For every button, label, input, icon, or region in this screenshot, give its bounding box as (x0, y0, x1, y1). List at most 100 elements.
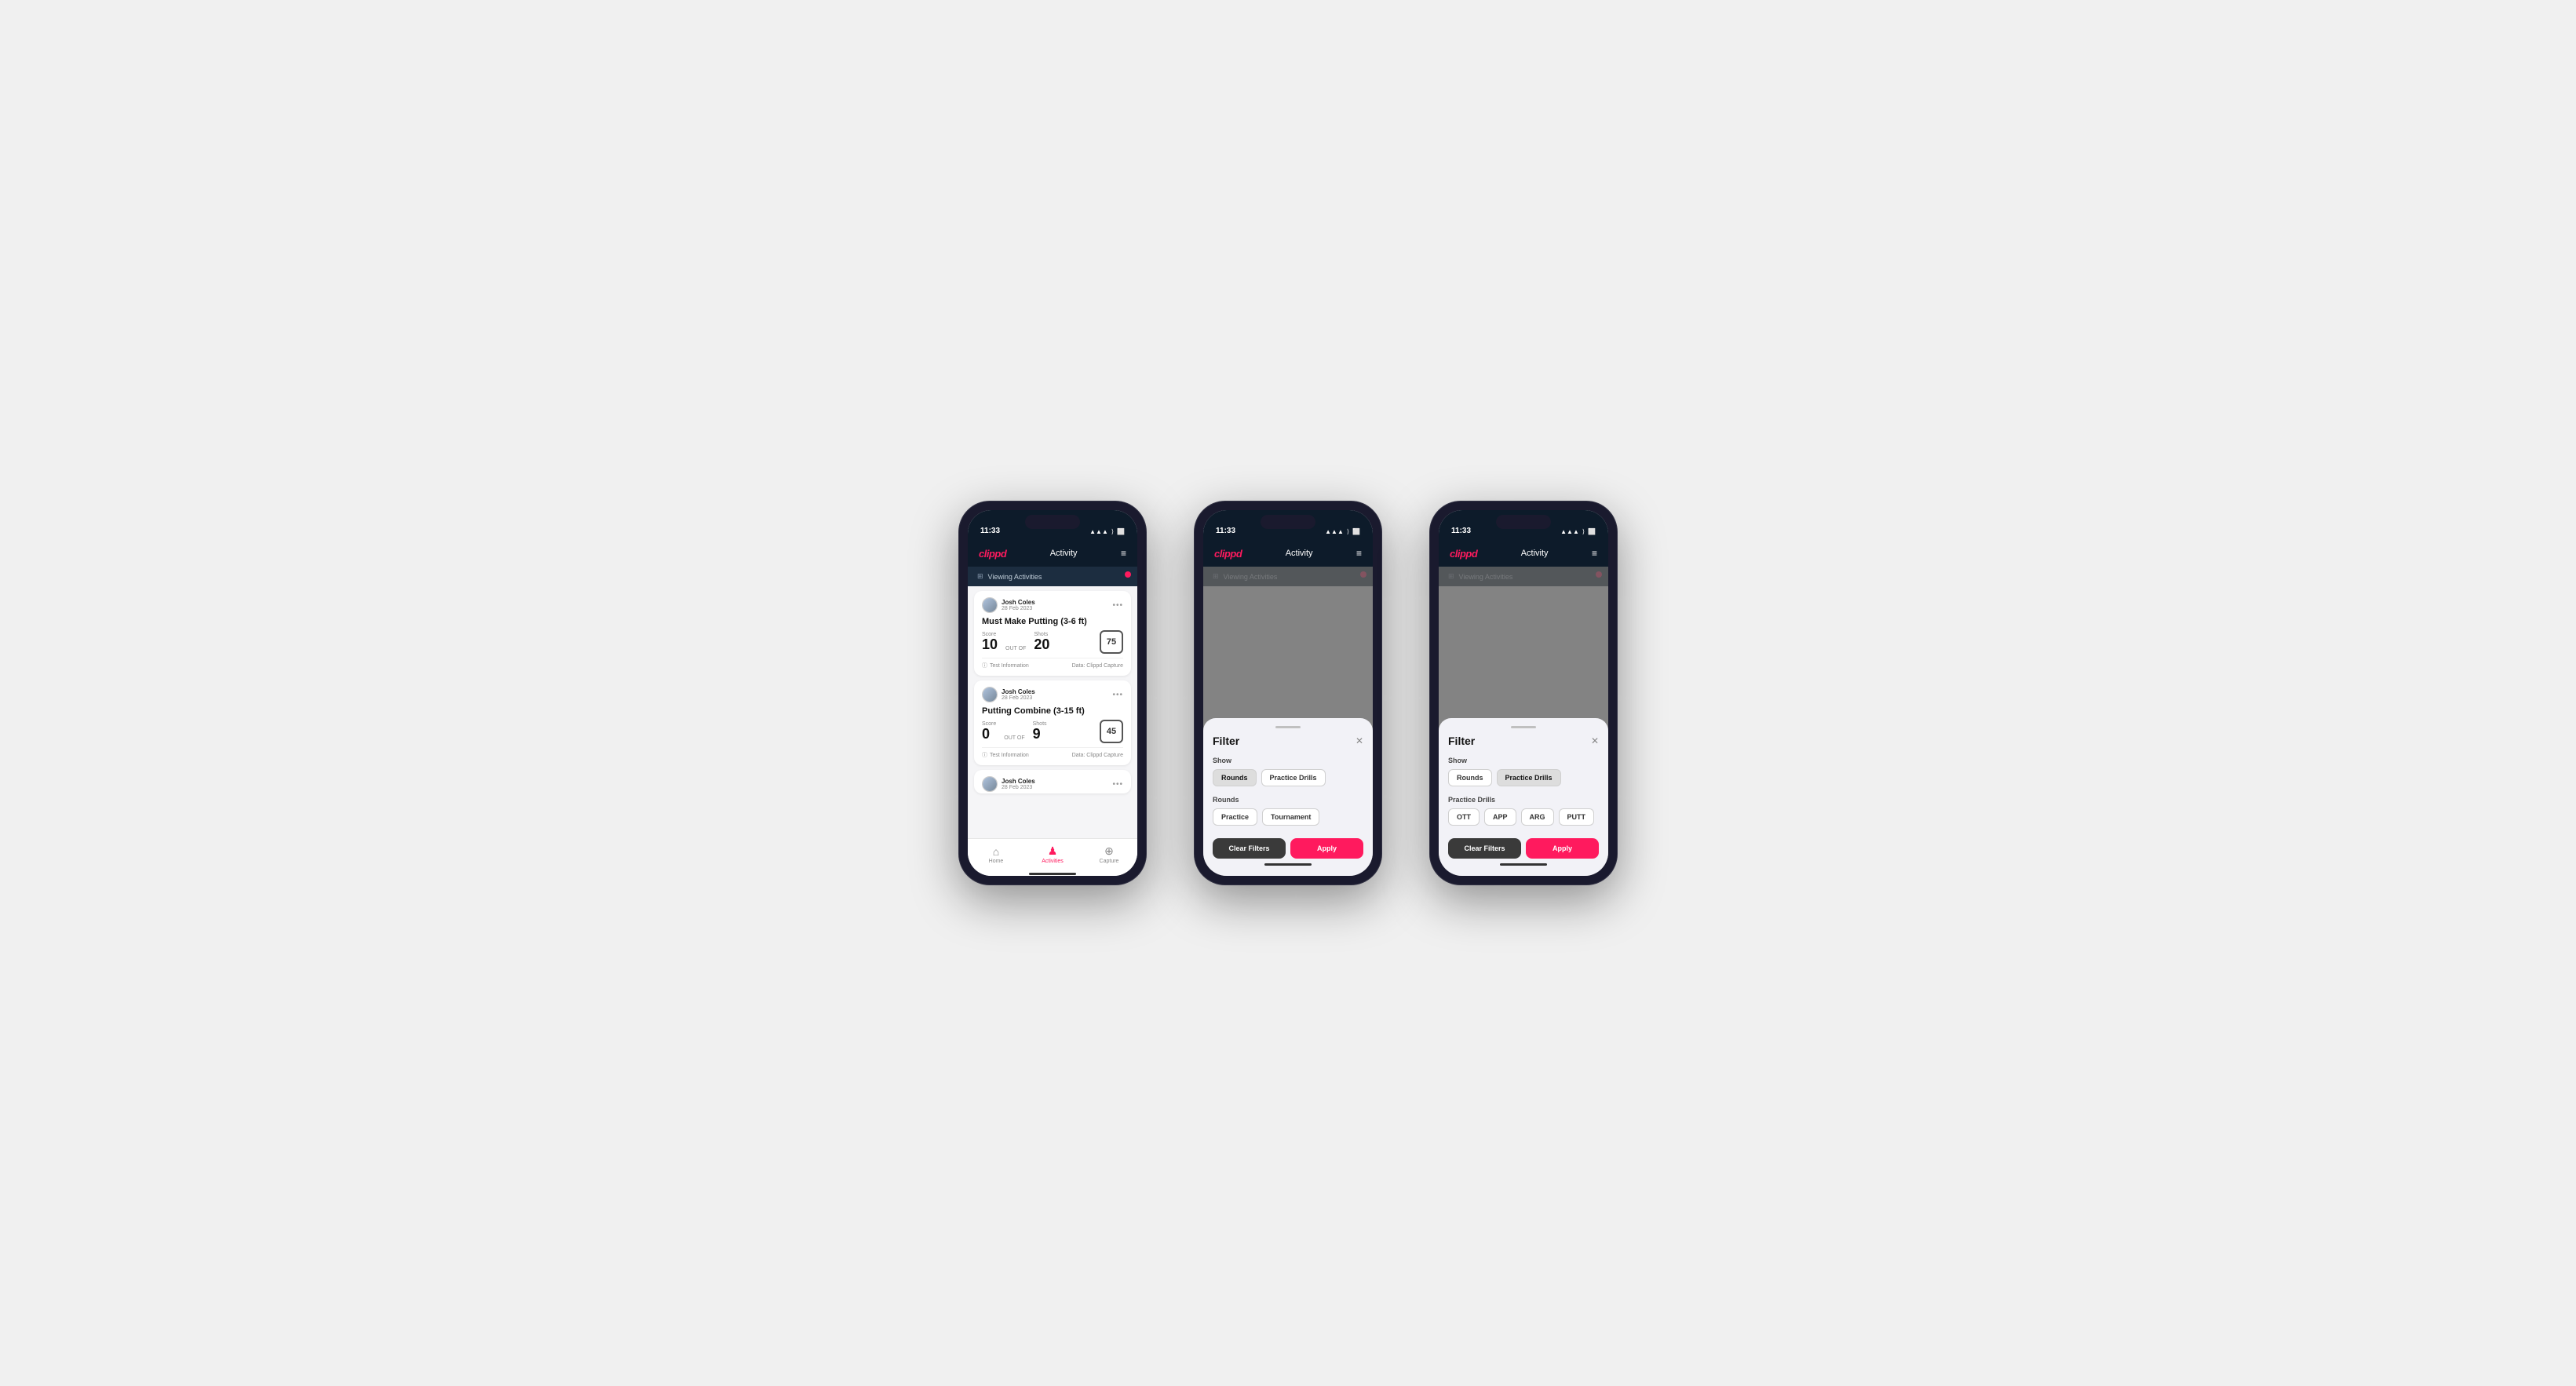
phones-container: 11:33 ▲▲▲ ⟩ ⬜ clippd Activity ≡ ⊞ View (958, 501, 1618, 885)
filter-btn-ott-3[interactable]: OTT (1448, 808, 1480, 826)
card-footer-left-1-1: ⓘ Test Information (982, 662, 1029, 669)
card-footer-left-1-2: ⓘ Test Information (982, 751, 1029, 759)
filter-actions-2: Clear Filters Apply (1213, 838, 1363, 859)
phone-shell-1: 11:33 ▲▲▲ ⟩ ⬜ clippd Activity ≡ ⊞ View (958, 501, 1147, 885)
user-name-1-2: Josh Coles (1002, 688, 1035, 695)
filter-show-label-2: Show (1213, 757, 1363, 764)
wifi-icon-1: ⟩ (1111, 528, 1114, 535)
user-info-1-1: Josh Coles 28 Feb 2023 (1002, 599, 1035, 611)
nav-logo-2: clippd (1214, 548, 1242, 560)
viewing-bar-text-1: Viewing Activities (988, 573, 1042, 581)
score-value-1-1: 10 (982, 636, 998, 652)
out-of-1-2: OUT OF (1004, 735, 1024, 743)
card-user-1-2: Josh Coles 28 Feb 2023 (982, 687, 1035, 702)
shots-block-1-2: Shots 9 (1033, 721, 1047, 742)
filter-show-buttons-2: Rounds Practice Drills (1213, 769, 1363, 786)
filter-btn-arg-3[interactable]: ARG (1521, 808, 1554, 826)
filter-btn-rounds-3[interactable]: Rounds (1448, 769, 1492, 786)
filter-btn-practice-drills-3[interactable]: Practice Drills (1497, 769, 1561, 786)
filter-actions-3: Clear Filters Apply (1448, 838, 1599, 859)
home-indicator-bar-2 (1264, 863, 1312, 866)
nav-title-3: Activity (1521, 549, 1549, 558)
filter-btn-practice-drills-2[interactable]: Practice Drills (1261, 769, 1326, 786)
tab-home-1[interactable]: ⌂ Home (968, 845, 1024, 864)
tab-activities-1[interactable]: ♟ Activities (1024, 844, 1081, 864)
activity-card-1-2: Josh Coles 28 Feb 2023 ••• Putting Combi… (974, 680, 1131, 765)
clear-filters-button-2[interactable]: Clear Filters (1213, 838, 1286, 859)
tab-capture-1[interactable]: ⊕ Capture (1081, 844, 1137, 864)
capture-label-1: Capture (1100, 859, 1119, 864)
avatar-1-1 (982, 597, 998, 613)
capture-icon-1: ⊕ (1104, 844, 1114, 858)
activities-label-1: Activities (1042, 859, 1064, 864)
user-info-1-2: Josh Coles 28 Feb 2023 (1002, 688, 1035, 701)
status-time-2: 11:33 (1216, 527, 1235, 535)
user-date-1-2: 28 Feb 2023 (1002, 695, 1035, 701)
status-time-1: 11:33 (980, 527, 1000, 535)
bottom-bar-1: ⌂ Home ♟ Activities ⊕ Capture (968, 838, 1137, 873)
content-area-1: Josh Coles 28 Feb 2023 ••• Must Make Put… (968, 586, 1137, 838)
filter-close-3[interactable]: ✕ (1591, 735, 1599, 746)
home-indicator-3 (1448, 863, 1599, 866)
nav-title-1: Activity (1050, 549, 1078, 558)
filter-btn-practice-2[interactable]: Practice (1213, 808, 1257, 826)
filter-btn-tournament-2[interactable]: Tournament (1262, 808, 1319, 826)
apply-button-2[interactable]: Apply (1290, 838, 1363, 859)
user-date-1-3: 28 Feb 2023 (1002, 785, 1035, 790)
clear-filters-button-3[interactable]: Clear Filters (1448, 838, 1521, 859)
nav-logo-3: clippd (1450, 548, 1477, 560)
nav-logo-1: clippd (979, 548, 1006, 560)
signal-icon-3: ▲▲▲ (1560, 528, 1579, 535)
out-of-1-1: OUT OF (1005, 646, 1026, 654)
card-menu-1-1[interactable]: ••• (1112, 601, 1123, 610)
filter-header-3: Filter ✕ (1448, 735, 1599, 747)
card-header-1-1: Josh Coles 28 Feb 2023 ••• (982, 597, 1123, 613)
viewing-activities-bar-1[interactable]: ⊞ Viewing Activities (968, 567, 1137, 586)
info-text-1-2: Test Information (990, 753, 1029, 758)
card-stats-1-1: Score 10 OUT OF Shots 20 75 (982, 630, 1123, 654)
status-icons-3: ▲▲▲ ⟩ ⬜ (1560, 528, 1596, 535)
nav-bar-3: clippd Activity ≡ (1439, 540, 1608, 567)
viewing-bar-icon-1: ⊞ (977, 572, 983, 581)
home-indicator-bar-3 (1500, 863, 1547, 866)
avatar-img-1-3 (983, 777, 997, 791)
avatar-img-1-1 (983, 598, 997, 612)
user-name-1-3: Josh Coles (1002, 778, 1035, 785)
filter-btn-app-3[interactable]: APP (1484, 808, 1516, 826)
card-footer-1-2: ⓘ Test Information Data: Clippd Capture (982, 747, 1123, 759)
filter-close-2[interactable]: ✕ (1356, 735, 1363, 746)
filter-overlay-2: Filter ✕ Show Rounds Practice Drills Rou… (1203, 567, 1373, 876)
phone-notch-2 (1261, 515, 1315, 529)
card-title-1-2: Putting Combine (3-15 ft) (982, 706, 1123, 716)
apply-button-3[interactable]: Apply (1526, 838, 1599, 859)
activity-card-1-1: Josh Coles 28 Feb 2023 ••• Must Make Put… (974, 591, 1131, 676)
score-block-1-1: Score 10 (982, 632, 998, 653)
home-indicator-1 (968, 873, 1137, 876)
nav-bar-1: clippd Activity ≡ (968, 540, 1137, 567)
home-indicator-2 (1213, 863, 1363, 866)
user-info-1-3: Josh Coles 28 Feb 2023 (1002, 778, 1035, 790)
activities-icon-1: ♟ (1048, 844, 1058, 858)
viewing-bar-dot-1 (1125, 571, 1131, 578)
home-indicator-bar-1 (1029, 873, 1076, 875)
info-icon-1-2: ⓘ (982, 751, 987, 759)
card-header-1-2: Josh Coles 28 Feb 2023 ••• (982, 687, 1123, 702)
nav-title-2: Activity (1286, 549, 1313, 558)
nav-menu-3[interactable]: ≡ (1592, 548, 1597, 559)
shots-block-1-1: Shots 20 (1034, 632, 1049, 653)
filter-btn-rounds-2[interactable]: Rounds (1213, 769, 1257, 786)
signal-icon-2: ▲▲▲ (1325, 528, 1344, 535)
wifi-icon-2: ⟩ (1347, 528, 1349, 535)
info-icon-1-1: ⓘ (982, 662, 987, 669)
card-footer-1-1: ⓘ Test Information Data: Clippd Capture (982, 658, 1123, 669)
filter-rounds-label-2: Rounds (1213, 796, 1363, 804)
filter-btn-putt-3[interactable]: PUTT (1559, 808, 1595, 826)
nav-menu-1[interactable]: ≡ (1121, 548, 1126, 559)
nav-menu-2[interactable]: ≡ (1356, 548, 1362, 559)
card-menu-1-3[interactable]: ••• (1112, 780, 1123, 789)
score-value-1-2: 0 (982, 726, 990, 742)
card-footer-right-1-2: Data: Clippd Capture (1072, 753, 1123, 758)
phone-shell-2: 11:33 ▲▲▲ ⟩ ⬜ clippd Activity ≡ ⊞ View (1194, 501, 1382, 885)
card-menu-1-2[interactable]: ••• (1112, 691, 1123, 699)
avatar-1-3 (982, 776, 998, 792)
